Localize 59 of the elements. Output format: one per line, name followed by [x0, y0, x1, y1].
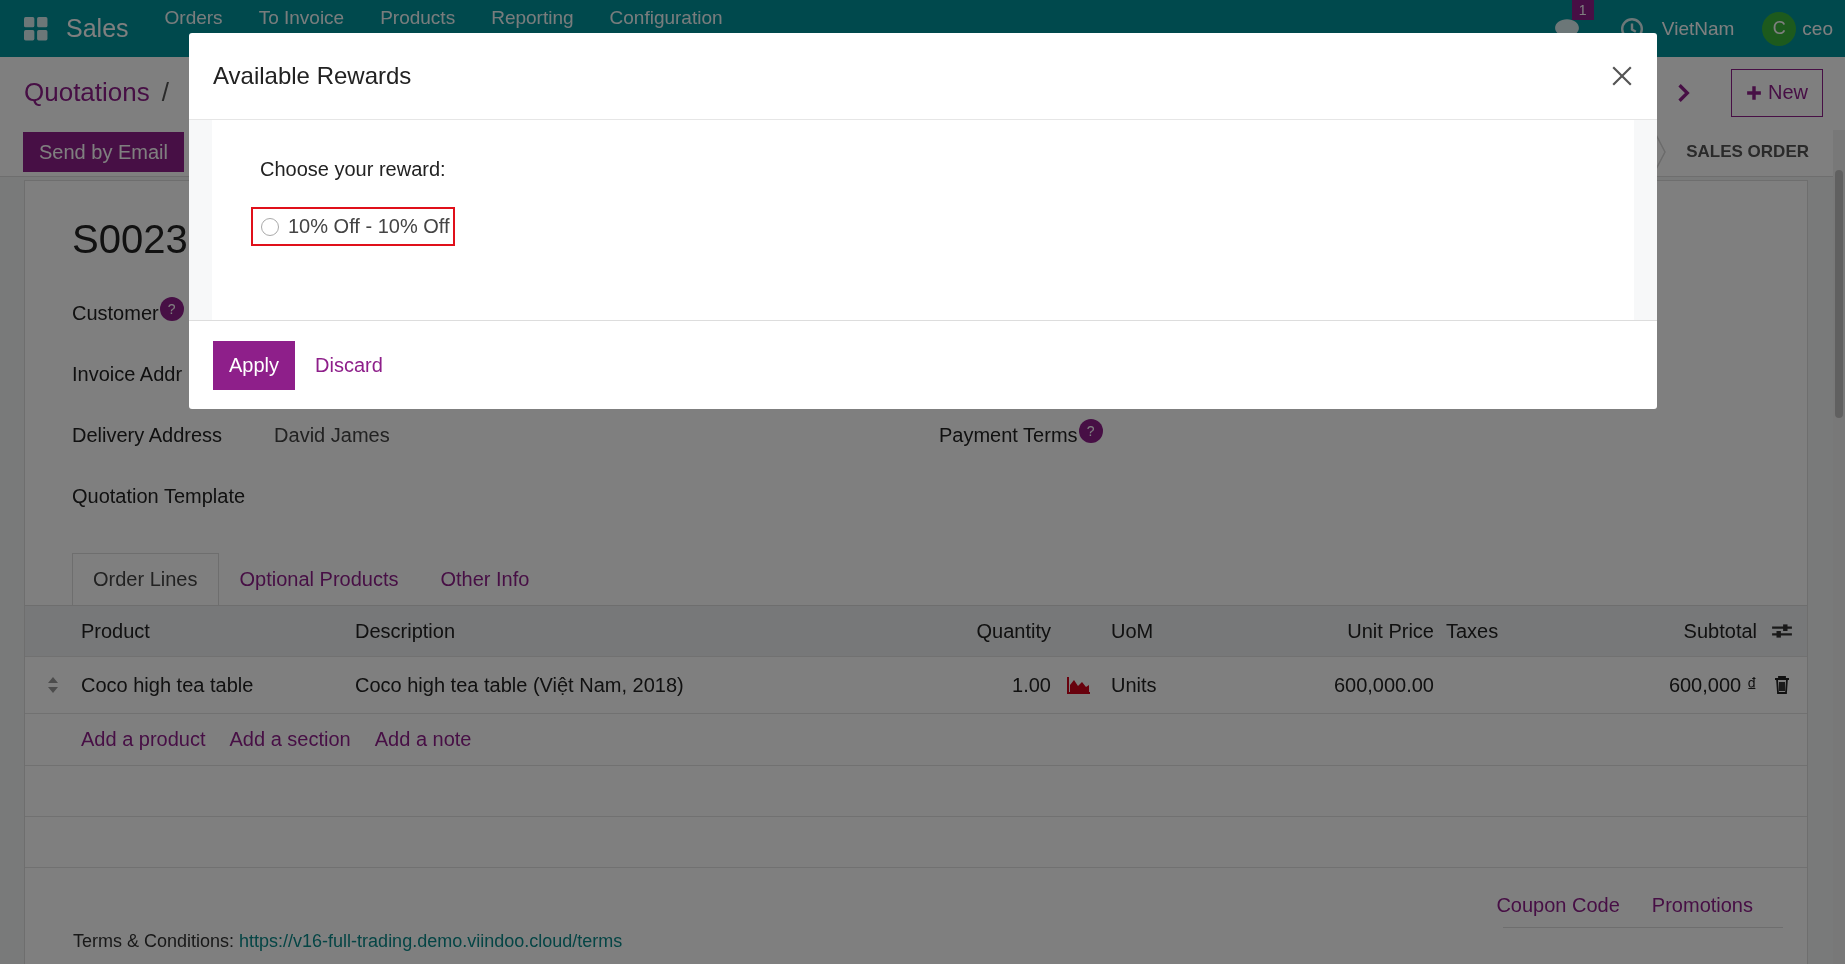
- column-header[interactable]: Description: [349, 619, 855, 643]
- tab[interactable]: Order Lines: [72, 553, 219, 605]
- add-line-link[interactable]: Add a note: [374, 728, 472, 751]
- table-cell[interactable]: Coco high tea table: [81, 673, 349, 697]
- column-header[interactable]: Taxes: [1434, 619, 1532, 643]
- menu-item[interactable]: Configuration: [609, 7, 723, 29]
- column-header[interactable]: Unit Price: [1242, 619, 1434, 643]
- breadcrumb-link[interactable]: Quotations: [24, 77, 150, 108]
- add-line-link[interactable]: Add a section: [229, 728, 351, 751]
- area-chart-icon[interactable]: [1067, 676, 1091, 694]
- next-record-icon[interactable]: [1677, 82, 1691, 103]
- field-label: Quotation Template: [72, 485, 246, 508]
- new-button[interactable]: New: [1731, 68, 1823, 117]
- record-title: S0023: [72, 216, 188, 263]
- field-value[interactable]: David James: [274, 424, 390, 447]
- delete-icon[interactable]: [1774, 676, 1790, 694]
- column-header[interactable]: UoM: [1107, 619, 1242, 643]
- message-count-badge: 1: [1571, 0, 1594, 20]
- field-label: Payment Terms: [939, 424, 1078, 447]
- company-switcher[interactable]: VietNam: [1661, 17, 1735, 40]
- table-cell[interactable]: Units: [1107, 673, 1242, 697]
- menu-item[interactable]: Products: [380, 7, 456, 29]
- add-line-link[interactable]: Add a product: [81, 728, 206, 751]
- reward-prompt: Choose your reward:: [260, 158, 447, 181]
- promo-link[interactable]: Promotions: [1651, 894, 1753, 917]
- column-header[interactable]: Quantity: [855, 619, 1051, 643]
- reward-option[interactable]: 10% Off - 10% Off: [251, 207, 455, 246]
- field-label: Customer: [72, 302, 159, 325]
- breadcrumb-separator: /: [161, 77, 169, 108]
- user-avatar[interactable]: C: [1762, 11, 1797, 46]
- table-cell[interactable]: 1.00: [855, 673, 1051, 697]
- discard-button[interactable]: Discard: [303, 340, 395, 390]
- terms-link[interactable]: https://v16-full-trading.demo.viindoo.cloud/terms: [239, 931, 623, 951]
- tab[interactable]: Other Info: [419, 553, 551, 605]
- table-cell-text: 600,000 ₫: [1667, 673, 1757, 697]
- apps-menu-icon[interactable]: [24, 16, 48, 41]
- apply-button[interactable]: Apply: [213, 340, 296, 390]
- help-badge[interactable]: ?: [159, 296, 184, 321]
- help-badge[interactable]: ?: [1078, 418, 1103, 443]
- field-label: Delivery Address: [72, 424, 223, 447]
- table-cell[interactable]: 600,000.00: [1242, 673, 1434, 697]
- field-label: Invoice Addr: [72, 363, 183, 386]
- dialog-title: Available Rewards: [213, 62, 412, 90]
- send-by-email-button[interactable]: Send by Email: [23, 132, 184, 172]
- promo-link[interactable]: Coupon Code: [1496, 894, 1620, 917]
- tab[interactable]: Optional Products: [218, 553, 420, 605]
- drag-handle-icon[interactable]: [47, 676, 59, 694]
- terms-text: Terms & Conditions: https://v16-full-trading.demo.viindoo.cloud/terms: [73, 930, 624, 952]
- menu-item[interactable]: Orders: [164, 7, 223, 29]
- user-name[interactable]: ceo: [1802, 17, 1833, 40]
- column-header[interactable]: Product: [81, 619, 349, 643]
- close-icon[interactable]: [1611, 65, 1633, 87]
- menu-item[interactable]: To Invoice: [258, 7, 345, 29]
- menu-item[interactable]: Reporting: [491, 7, 574, 29]
- column-settings-icon[interactable]: [1771, 622, 1793, 640]
- app-name-link[interactable]: Sales: [66, 14, 129, 43]
- column-header[interactable]: Subtotal: [1532, 619, 1757, 643]
- table-cell[interactable]: Coco high tea table (Việt Nam, 2018): [349, 673, 855, 697]
- plus-icon: [1746, 84, 1762, 101]
